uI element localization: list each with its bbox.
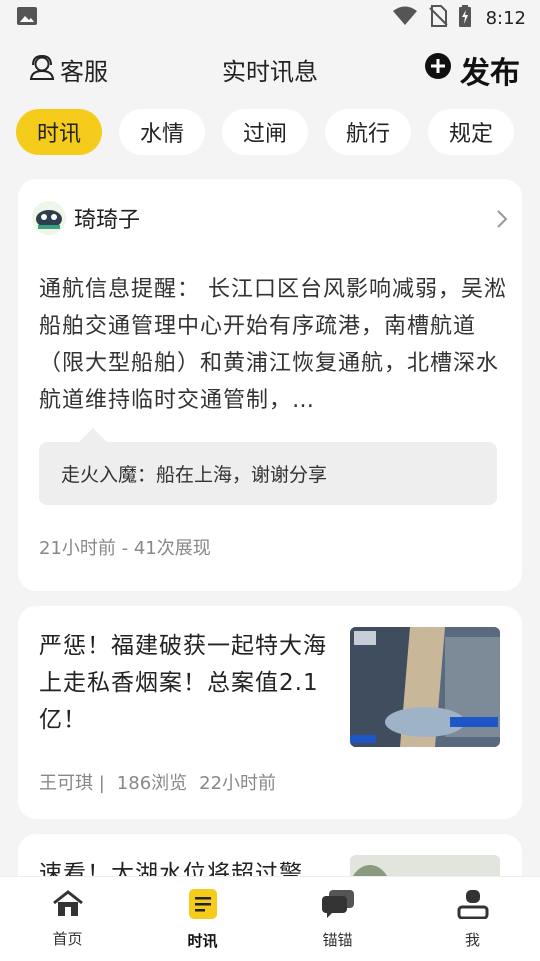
tab-shuiqing[interactable]: 水情 bbox=[119, 109, 205, 155]
home-icon bbox=[52, 889, 84, 922]
nav-shixun-label: 时讯 bbox=[187, 931, 218, 950]
post-author-name: 琦琦子 bbox=[74, 208, 141, 233]
plus-circle-icon bbox=[424, 52, 452, 88]
publish-label: 发布 bbox=[460, 56, 520, 91]
post-text: 通航信息提醒： 长江口区台风影响减弱，吴淞船舶交通管理中心开始有序疏港，南槽航道… bbox=[39, 277, 507, 413]
bottom-nav: 首页 时讯 锚锚 我 bbox=[0, 876, 540, 961]
news-time: 22小时前 bbox=[199, 773, 277, 794]
tab-hangxing[interactable]: 航行 bbox=[325, 109, 411, 155]
post-author-row[interactable]: 琦琦子 bbox=[32, 201, 140, 235]
news-icon bbox=[188, 888, 218, 924]
tab-guozha[interactable]: 过闸 bbox=[222, 109, 308, 155]
comment-preview[interactable]: 走火入魔：船在上海，谢谢分享 bbox=[39, 428, 497, 505]
news-card[interactable]: 严惩！福建破获一起特大海上走私香烟案！总案值2.1亿！ 王可琪 | 186浏览 … bbox=[18, 606, 522, 819]
nav-me-label: 我 bbox=[464, 930, 480, 949]
gallery-notification-icon bbox=[16, 6, 38, 30]
app-header: 客服 实时讯息 发布 bbox=[0, 40, 540, 98]
avatar bbox=[32, 201, 66, 235]
publish-button[interactable]: 发布 bbox=[424, 48, 520, 92]
nav-shixun[interactable]: 时讯 bbox=[153, 888, 253, 951]
news-author: 王可琪 | bbox=[39, 773, 105, 794]
tab-shixun[interactable]: 时讯 bbox=[16, 109, 102, 155]
chevron-right-icon[interactable] bbox=[496, 209, 508, 233]
nav-home-label: 首页 bbox=[52, 929, 83, 948]
post-card[interactable]: 琦琦子 通航信息提醒： 长江口区台风影响减弱，吴淞船舶交通管理中心开始有序疏港，… bbox=[18, 179, 522, 591]
news-thumbnail bbox=[350, 627, 500, 747]
chat-icon bbox=[321, 889, 355, 923]
status-time: 8:12 bbox=[485, 7, 526, 29]
battery-charging-icon bbox=[458, 5, 472, 31]
category-tabs: 时讯 水情 过闸 航行 规定 bbox=[16, 109, 514, 155]
post-meta: 21小时前 - 41次展现 bbox=[39, 538, 211, 559]
nav-maomao-label: 锚锚 bbox=[322, 930, 353, 949]
news-views: 186浏览 bbox=[116, 773, 188, 794]
no-sim-icon bbox=[428, 5, 448, 31]
nav-maomao[interactable]: 锚锚 bbox=[288, 889, 388, 950]
news-title: 严惩！福建破获一起特大海上走私香烟案！总案值2.1亿！ bbox=[39, 633, 327, 733]
news-meta: 王可琪 | 186浏览 22小时前 bbox=[39, 769, 276, 795]
tab-guiding[interactable]: 规定 bbox=[428, 109, 514, 155]
comment-text: 走火入魔：船在上海，谢谢分享 bbox=[61, 464, 328, 486]
user-icon bbox=[457, 889, 489, 923]
nav-home[interactable]: 首页 bbox=[18, 889, 118, 949]
nav-me[interactable]: 我 bbox=[423, 889, 523, 950]
wifi-icon bbox=[392, 6, 418, 30]
status-bar: 8:12 bbox=[0, 0, 540, 36]
